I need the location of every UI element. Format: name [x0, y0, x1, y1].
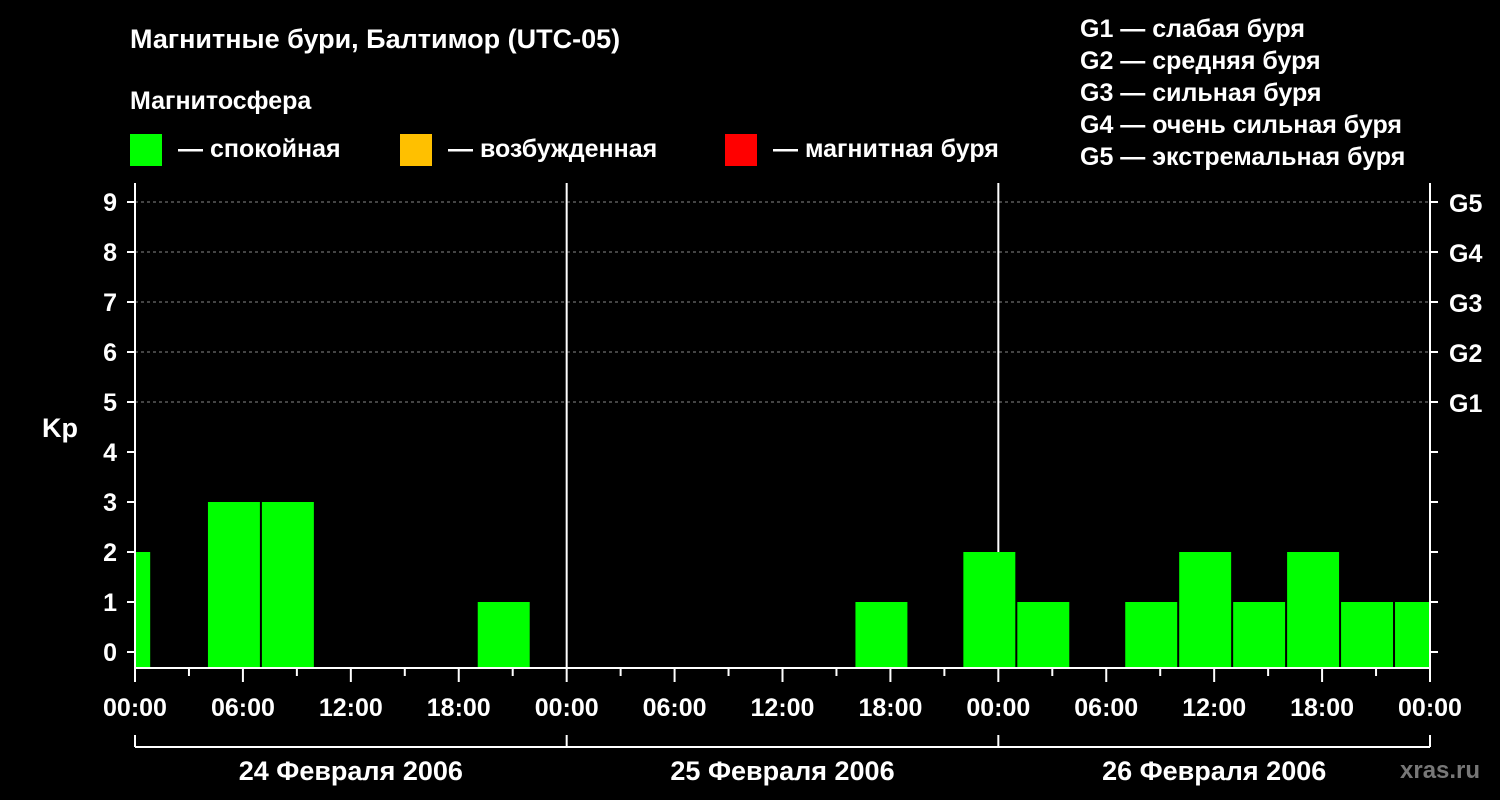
g-legend-g5: G5 — экстремальная буря [1080, 143, 1405, 171]
y-tick-label: 9 [103, 189, 117, 217]
g-legend-g3: G3 — сильная буря [1080, 79, 1322, 107]
watermark: xras.ru [1400, 757, 1480, 784]
kp-bar [1341, 602, 1394, 668]
kp-bar [1233, 602, 1286, 668]
g-legend-g4: G4 — очень сильная буря [1080, 111, 1402, 139]
x-tick-label: 00:00 [1398, 694, 1462, 722]
kp-bar [963, 552, 1016, 668]
legend-swatch-quiet [130, 134, 162, 166]
y-tick-label: 4 [103, 439, 117, 467]
kp-bar [477, 602, 530, 668]
x-tick-label: 06:00 [1074, 694, 1138, 722]
x-tick-label: 00:00 [966, 694, 1030, 722]
y-tick-label: 1 [103, 589, 117, 617]
x-tick-label: 12:00 [751, 694, 815, 722]
legend-swatch-storm [725, 134, 757, 166]
x-tick-label: 06:00 [211, 694, 275, 722]
g-legend-g2: G2 — средняя буря [1080, 47, 1321, 75]
y-tick-label: 7 [103, 289, 117, 317]
x-tick-label: 18:00 [1290, 694, 1354, 722]
kp-bar [261, 502, 314, 668]
x-tick-label: 00:00 [103, 694, 167, 722]
legend-swatch-active [400, 134, 432, 166]
kp-bar [1287, 552, 1340, 668]
kp-bar [855, 602, 908, 668]
g-legend-g1: G1 — слабая буря [1080, 15, 1305, 43]
g-scale-label: G3 [1449, 290, 1482, 318]
x-tick-label: 18:00 [427, 694, 491, 722]
kp-chart: Магнитные бури, Балтимор (UTC-05) Магнит… [42, 15, 1482, 786]
day-label: 25 Февраля 2006 [670, 756, 894, 786]
kp-bar [207, 502, 260, 668]
kp-bar [1179, 552, 1232, 668]
x-tick-label: 12:00 [1182, 694, 1246, 722]
legend-label-active: — возбужденная [448, 135, 657, 163]
y-tick-label: 6 [103, 339, 117, 367]
g-scale-legend: G1 — слабая буря G2 — средняя буря G3 — … [1080, 15, 1405, 171]
g-scale-label: G1 [1449, 390, 1482, 418]
y-tick-label: 0 [103, 639, 117, 667]
kp-bar [1125, 602, 1178, 668]
y-tick-label: 8 [103, 239, 117, 267]
legend-label-storm: — магнитная буря [773, 135, 999, 163]
y-axis-label: Kp [42, 413, 78, 443]
chart-subtitle: Магнитосфера [130, 87, 312, 115]
g-scale-label: G2 [1449, 340, 1482, 368]
day-label: 26 Февраля 2006 [1102, 756, 1326, 786]
kp-bar [1017, 602, 1070, 668]
day-label: 24 Февраля 2006 [239, 756, 463, 786]
y-tick-label: 5 [103, 389, 117, 417]
chart-title: Магнитные бури, Балтимор (UTC-05) [130, 24, 620, 54]
g-scale-label: G5 [1449, 190, 1482, 218]
x-tick-label: 06:00 [643, 694, 707, 722]
legend-label-quiet: — спокойная [178, 135, 341, 163]
y-tick-label: 2 [103, 539, 117, 567]
x-tick-label: 18:00 [858, 694, 922, 722]
y-tick-label: 3 [103, 489, 117, 517]
x-tick-label: 12:00 [319, 694, 383, 722]
plot-area: 0 1 2 3 4 5 6 7 8 9 G1 G2 G3 G4 G5 00:00 06:00 12:00 18:00… [103, 183, 1482, 786]
state-legend: — спокойная — возбужденная — магнитная б… [130, 134, 999, 166]
x-tick-label: 00:00 [535, 694, 599, 722]
kp-bar [135, 552, 151, 668]
g-scale-label: G4 [1449, 240, 1482, 268]
kp-bar [1395, 602, 1429, 668]
